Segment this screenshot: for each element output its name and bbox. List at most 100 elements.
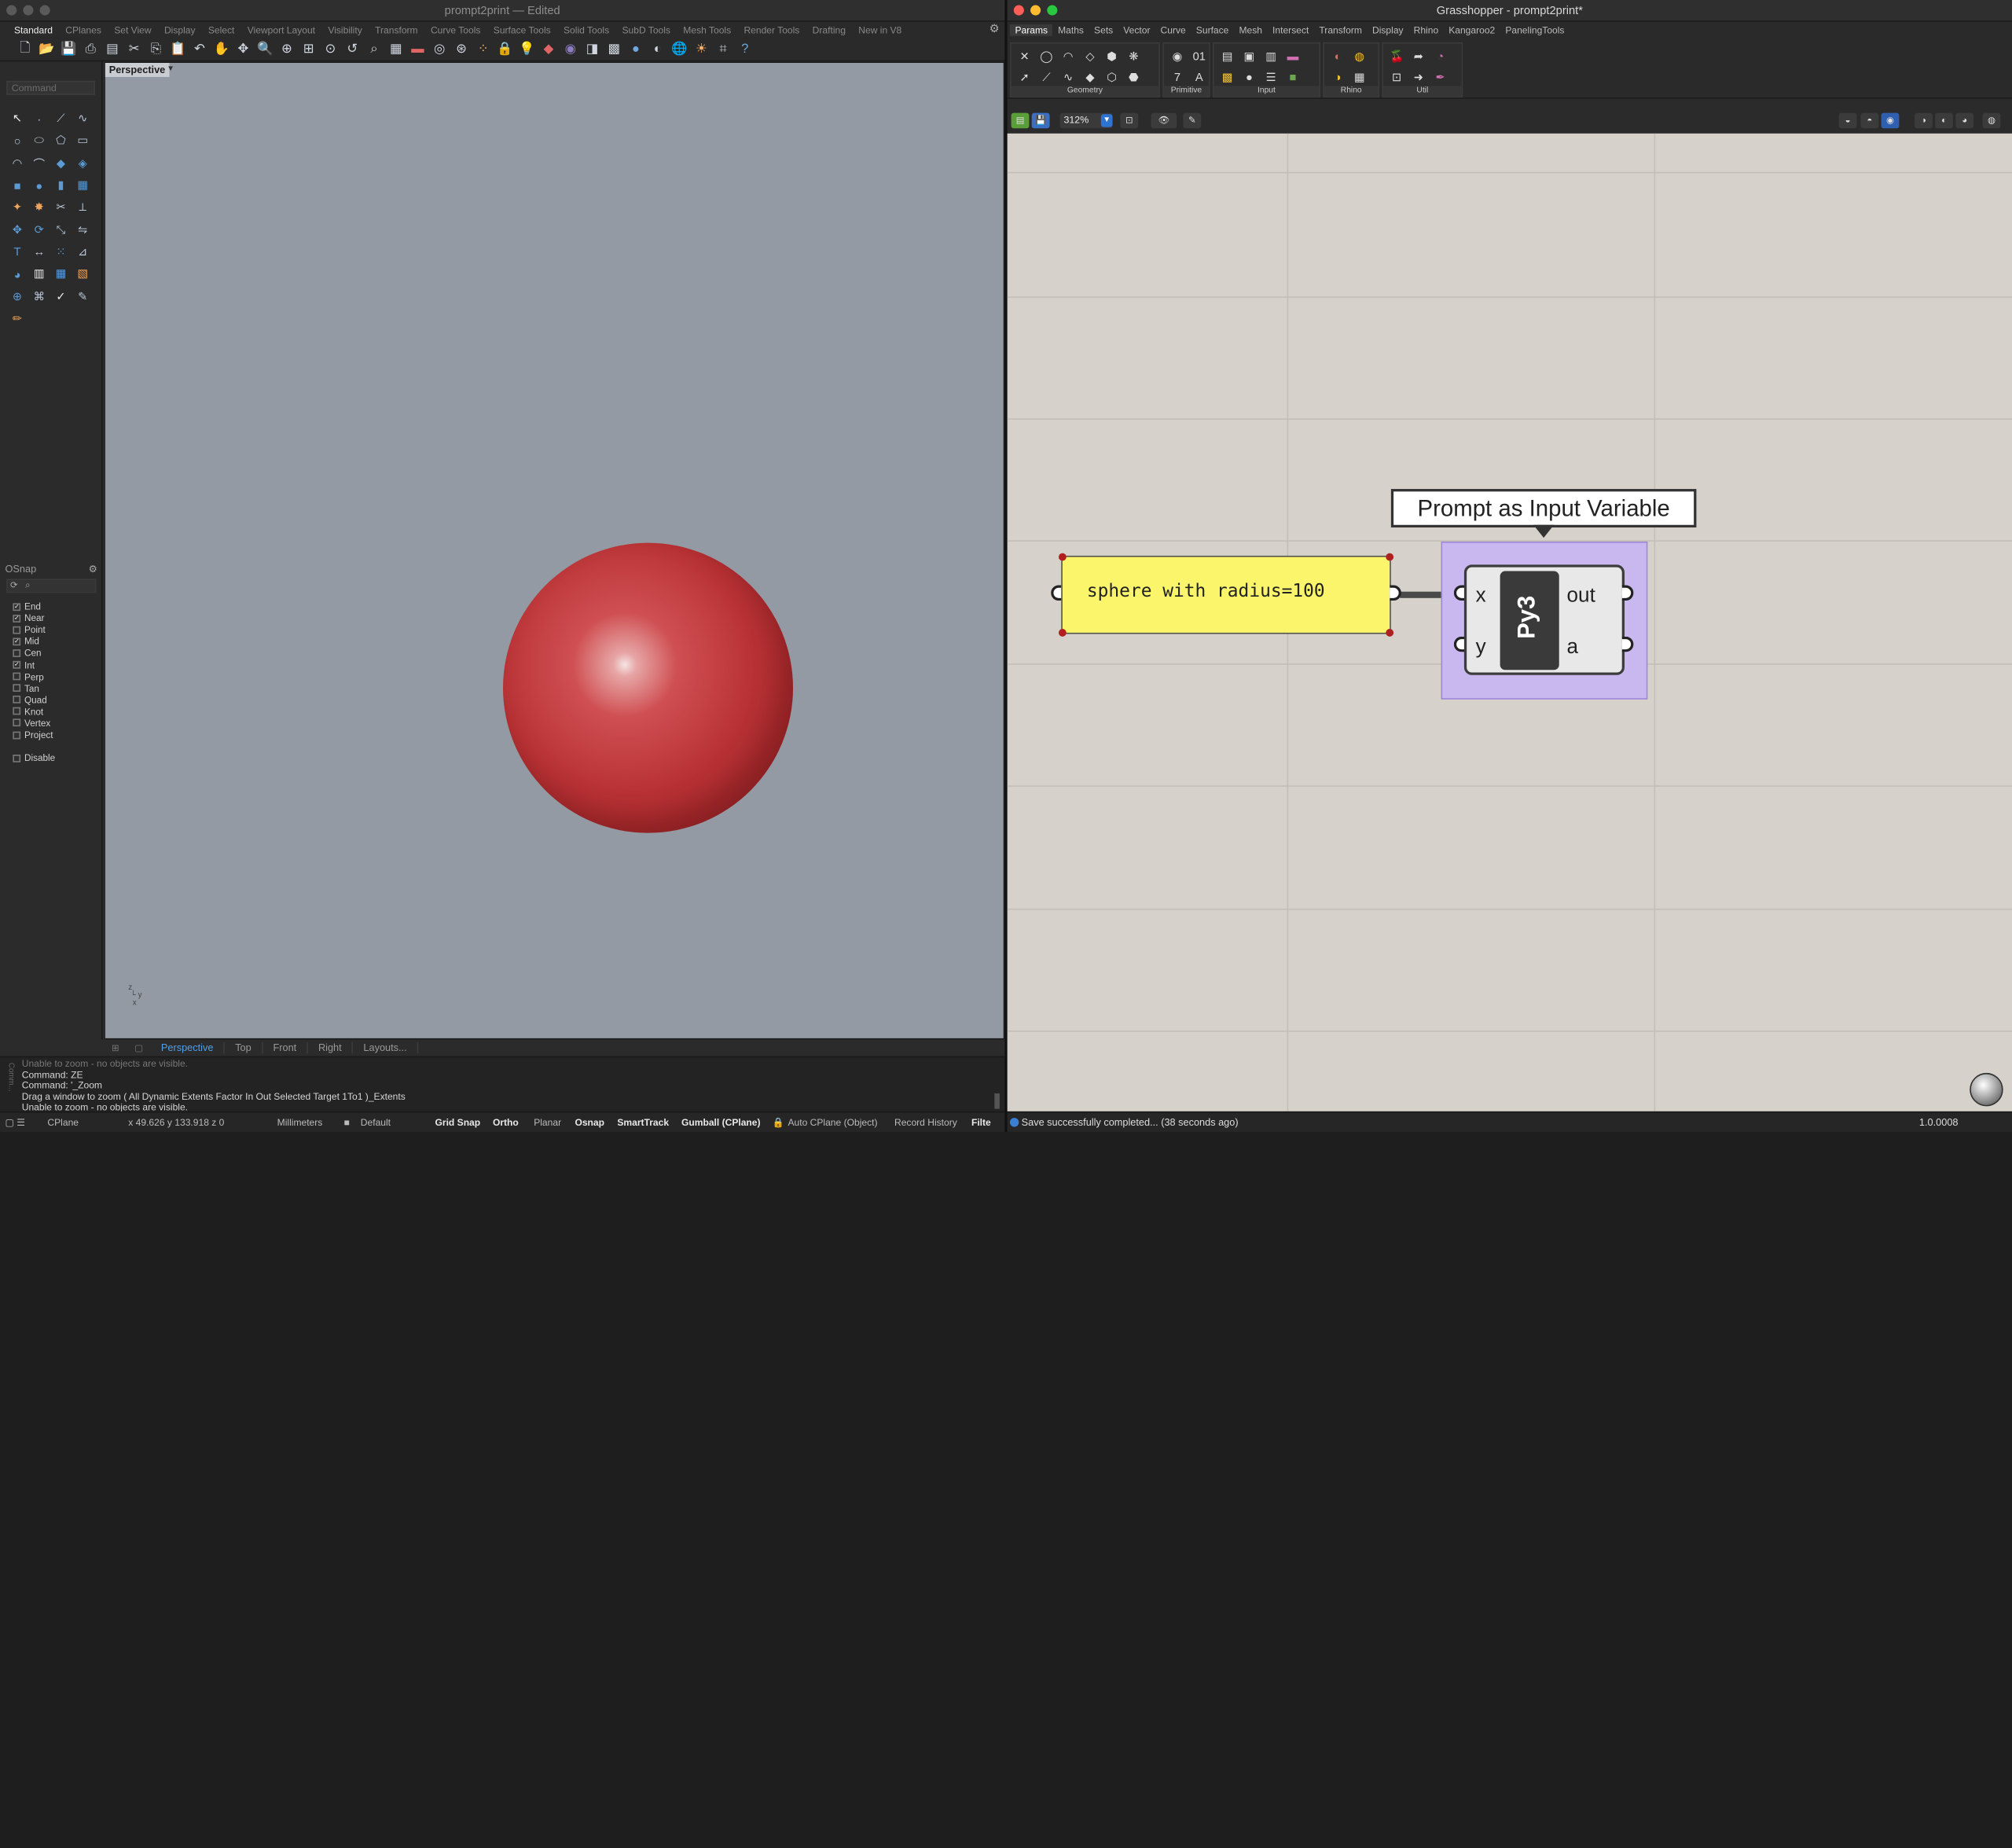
render-tool-icon[interactable]: ◕ bbox=[6, 263, 28, 285]
colour-swatch-icon[interactable]: ■ bbox=[1282, 67, 1304, 87]
preview-none-icon[interactable]: ◒ bbox=[1838, 112, 1857, 129]
rotate-view-icon[interactable]: ✥ bbox=[233, 40, 252, 58]
rhino-baker-icon[interactable]: ◑ bbox=[1327, 67, 1349, 87]
osnap-checkbox[interactable] bbox=[13, 684, 21, 693]
environment-icon[interactable]: ◐ bbox=[648, 40, 667, 58]
tab-solid-tools[interactable]: Solid Tools bbox=[557, 24, 615, 36]
python-script-body[interactable]: Py3 bbox=[1500, 571, 1559, 670]
osnap-item-int[interactable]: ✓ Int bbox=[13, 659, 55, 670]
move-icon[interactable]: ✥ bbox=[6, 219, 28, 241]
tab-surface-tools[interactable]: Surface Tools bbox=[487, 24, 557, 36]
tab-cplanes[interactable]: CPlanes bbox=[59, 24, 108, 36]
dimension-icon[interactable]: ↔ bbox=[28, 241, 50, 263]
gh-tab-mesh[interactable]: Mesh bbox=[1234, 24, 1268, 36]
osnap-checkbox[interactable] bbox=[13, 730, 21, 739]
draft-icon[interactable]: ✎ bbox=[72, 285, 94, 307]
mesh-icon[interactable]: ▦ bbox=[72, 175, 94, 197]
osnap-checkbox[interactable] bbox=[13, 626, 21, 634]
osnap-item-tan[interactable]: Tan bbox=[13, 682, 55, 694]
tab-render-tools[interactable]: Render Tools bbox=[737, 24, 806, 36]
gh-tab-display[interactable]: Display bbox=[1367, 24, 1408, 36]
data-dam-icon[interactable]: ⊡ bbox=[1386, 67, 1408, 87]
tab-set-view[interactable]: Set View bbox=[108, 24, 158, 36]
cross-param-icon[interactable]: ✕ bbox=[1014, 46, 1036, 67]
panel-grip[interactable] bbox=[1386, 629, 1394, 637]
osnap-item-vertex[interactable]: Vertex bbox=[13, 718, 55, 729]
preview-wire-icon[interactable]: ◓ bbox=[1860, 112, 1879, 129]
gh-tab-surface[interactable]: Surface bbox=[1191, 24, 1234, 36]
pan-icon[interactable]: ✋ bbox=[211, 40, 230, 58]
tab-mesh-tools[interactable]: Mesh Tools bbox=[677, 24, 737, 36]
gh-minimize-button[interactable] bbox=[1030, 5, 1041, 16]
osnap-item-near[interactable]: ✓ Near bbox=[13, 612, 55, 624]
zoom-selected-icon[interactable]: ⊙ bbox=[321, 40, 340, 58]
osnap-checkbox[interactable] bbox=[13, 707, 21, 716]
tab-layouts[interactable]: Layouts... bbox=[353, 1042, 419, 1054]
panel-grip[interactable] bbox=[1058, 629, 1067, 637]
ellipse-icon[interactable]: ⬭ bbox=[28, 130, 50, 152]
pen-icon[interactable]: ✒ bbox=[1430, 67, 1452, 87]
osnap-item-mid[interactable]: ✓ Mid bbox=[13, 636, 55, 648]
zoom-dropdown-icon[interactable]: ▼ bbox=[1100, 114, 1113, 127]
osnap-item-cen[interactable]: Cen bbox=[13, 647, 55, 659]
list-icon[interactable]: ▥ bbox=[1260, 46, 1282, 67]
gh-tab-kangaroo2[interactable]: Kangaroo2 bbox=[1444, 24, 1500, 36]
panel-icon[interactable]: ▣ bbox=[1239, 46, 1261, 67]
tab-select[interactable]: Select bbox=[202, 24, 241, 36]
copy-icon[interactable]: ⎘ bbox=[146, 40, 165, 58]
navigation-ball-icon[interactable] bbox=[1970, 1072, 2003, 1107]
preview-selected-icon[interactable]: ◑ bbox=[1914, 112, 1933, 129]
planar-toggle[interactable]: Planar bbox=[534, 1116, 561, 1128]
tab-curve-tools[interactable]: Curve Tools bbox=[424, 24, 487, 36]
panel-grip[interactable] bbox=[1386, 553, 1394, 561]
vector-param-icon[interactable]: ➚ bbox=[1014, 67, 1036, 87]
group-param-icon[interactable]: ⬣ bbox=[1123, 67, 1145, 87]
save-icon[interactable]: 💾 bbox=[1031, 112, 1050, 129]
python3-component[interactable]: x y Py3 out a bbox=[1463, 564, 1625, 675]
analyze-icon[interactable]: ⊿ bbox=[72, 241, 94, 263]
camera-icon[interactable]: ◎ bbox=[430, 40, 449, 58]
preview-settings-icon[interactable]: ◍ bbox=[1982, 112, 2001, 129]
zoom-extents-icon[interactable]: ⊡ bbox=[1120, 112, 1139, 129]
osnap-checkbox[interactable]: ✓ bbox=[13, 614, 21, 623]
paint-icon[interactable]: ✏ bbox=[6, 307, 28, 329]
light-icon[interactable]: 💡 bbox=[517, 40, 536, 58]
fillet-icon[interactable]: ⌒ bbox=[28, 152, 50, 175]
gh-tab-intersect[interactable]: Intersect bbox=[1268, 24, 1314, 36]
osnap-item-knot[interactable]: Knot bbox=[13, 706, 55, 718]
sketch-icon[interactable]: ✎ bbox=[1183, 112, 1202, 129]
viewport-layout-icon[interactable]: ▢ bbox=[127, 1043, 150, 1053]
boolean-icon[interactable]: ✦ bbox=[6, 197, 28, 219]
tab-transform[interactable]: Transform bbox=[369, 24, 424, 36]
viewport-title[interactable]: Perspective bbox=[105, 63, 170, 77]
tab-visibility[interactable]: Visibility bbox=[321, 24, 369, 36]
gh-zoom-button[interactable] bbox=[1047, 5, 1058, 16]
preview-quality-icon[interactable]: ◕ bbox=[1955, 112, 1974, 129]
zoom-all-icon[interactable]: ⌕ bbox=[365, 40, 384, 58]
sphere-tool-icon[interactable]: ● bbox=[28, 175, 50, 197]
osnap-filter[interactable]: ⟳ ⌕ bbox=[6, 579, 97, 593]
mirror-icon[interactable]: ⇋ bbox=[72, 219, 94, 241]
tab-front[interactable]: Front bbox=[263, 1042, 308, 1054]
osnap-disable[interactable]: Disable bbox=[13, 752, 55, 764]
number-param-icon[interactable]: 01 bbox=[1188, 46, 1210, 67]
relay-icon[interactable]: ➜ bbox=[1408, 67, 1430, 87]
line-param-icon[interactable]: ⟋ bbox=[1036, 67, 1058, 87]
four-viewports-icon[interactable]: ▦ bbox=[386, 40, 405, 58]
history-scrollbar[interactable] bbox=[994, 1093, 1000, 1109]
integer-param-icon[interactable]: 7 bbox=[1166, 67, 1188, 87]
value-list-icon[interactable]: ☰ bbox=[1260, 67, 1282, 87]
grid-tool-icon[interactable]: ▦ bbox=[50, 263, 72, 285]
print-icon[interactable]: ⎙ bbox=[81, 40, 100, 58]
rhino-object-icon[interactable]: ◍ bbox=[1349, 46, 1371, 67]
tab-display[interactable]: Display bbox=[158, 24, 202, 36]
tab-subd-tools[interactable]: SubD Tools bbox=[615, 24, 677, 36]
open-icon[interactable]: ▤ bbox=[1011, 112, 1030, 129]
osnap-checkbox[interactable]: ✓ bbox=[13, 602, 21, 611]
viewport-grid-icon[interactable]: ⊞ bbox=[104, 1043, 127, 1053]
filter-toggle[interactable]: Filte bbox=[971, 1116, 991, 1128]
select-icon[interactable]: ↖ bbox=[6, 108, 28, 130]
gh-tab-panelingtools[interactable]: PanelingTools bbox=[1500, 24, 1570, 36]
rectangle-icon[interactable]: ▭ bbox=[72, 130, 94, 152]
circle-param-icon[interactable]: ◯ bbox=[1036, 46, 1058, 67]
